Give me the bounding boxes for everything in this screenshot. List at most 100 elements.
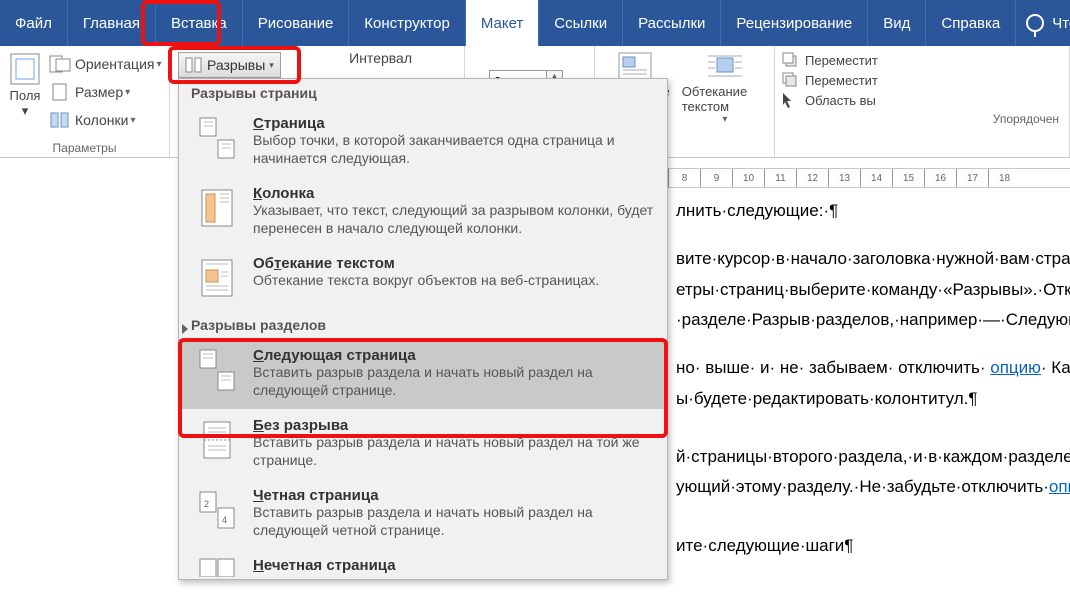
tab-home[interactable]: Главная bbox=[68, 0, 156, 46]
orientation-icon bbox=[49, 54, 71, 74]
chevron-down-icon: ▾ bbox=[130, 115, 135, 126]
interval-header: Интервал bbox=[349, 50, 412, 66]
tab-draw[interactable]: Рисование bbox=[243, 0, 350, 46]
continuous-break-icon bbox=[191, 417, 243, 463]
orientation-label: Ориентация bbox=[75, 56, 154, 72]
gallery-item-next-page[interactable]: Следующая страница Вставить разрыв разде… bbox=[179, 339, 667, 409]
group-arrange: Переместит Переместит Область вы Упорядо… bbox=[775, 46, 1070, 157]
gallery-item-desc: Указывает, что текст, следующий за разры… bbox=[253, 202, 655, 237]
tab-review[interactable]: Рецензирование bbox=[721, 0, 868, 46]
ruler-tick: 18 bbox=[988, 169, 1020, 187]
gallery-item-continuous[interactable]: Без разрыва Вставить разрыв раздела и на… bbox=[179, 409, 667, 479]
gallery-item-title: Страница bbox=[253, 115, 655, 132]
column-break-icon bbox=[191, 185, 243, 231]
margins-button[interactable]: Поля ▾ bbox=[6, 50, 44, 121]
send-backward-button[interactable]: Переместит bbox=[781, 71, 1063, 89]
selection-pane-label: Область вы bbox=[805, 93, 876, 108]
gallery-item-page[interactable]: Страница Выбор точки, в которой заканчив… bbox=[179, 107, 667, 177]
gallery-item-title: Нечетная страница bbox=[253, 557, 396, 574]
group-arrange-label: Упорядочен bbox=[781, 110, 1063, 126]
margins-label: Поля bbox=[10, 88, 41, 103]
gallery-item-title: Четная страница bbox=[253, 487, 655, 504]
gallery-item-odd-page[interactable]: Нечетная страница bbox=[179, 549, 667, 579]
gallery-item-desc: Обтекание текста вокруг объектов на веб-… bbox=[253, 272, 599, 290]
doc-line: етры·страниц·выберите·команду·«Разрывы».… bbox=[676, 277, 1062, 303]
ruler-tick: 11 bbox=[764, 169, 796, 187]
ruler-tick: 15 bbox=[892, 169, 924, 187]
doc-line: ·разделе·Разрыв·разделов,·например·—·Сле… bbox=[676, 307, 1062, 333]
ruler-tick: 8 bbox=[668, 169, 700, 187]
bulb-icon bbox=[1026, 14, 1044, 32]
tab-mailings[interactable]: Рассылки bbox=[623, 0, 721, 46]
gallery-item-title: Следующая страница bbox=[253, 347, 655, 364]
chevron-down-icon: ▾ bbox=[22, 103, 29, 119]
gallery-item-title: Без разрыва bbox=[253, 417, 655, 434]
tab-references[interactable]: Ссылки bbox=[539, 0, 623, 46]
size-icon bbox=[49, 82, 71, 102]
breaks-label: Разрывы bbox=[207, 57, 265, 73]
tab-view[interactable]: Вид bbox=[868, 0, 926, 46]
margins-icon bbox=[8, 52, 42, 86]
doc-line: лнить·следующие:·¶ bbox=[676, 198, 1062, 224]
ruler-tick: 16 bbox=[924, 169, 956, 187]
ruler-tick: 9 bbox=[700, 169, 732, 187]
gallery-item-textwrap[interactable]: Обтекание текстом Обтекание текста вокру… bbox=[179, 247, 667, 311]
ruler-tick: 17 bbox=[956, 169, 988, 187]
wrap-text-label: Обтекание текстом bbox=[682, 84, 768, 114]
breaks-button[interactable]: Разрывы ▾ bbox=[178, 52, 281, 78]
bring-forward-label: Переместит bbox=[805, 53, 878, 68]
indicator-icon bbox=[182, 324, 188, 334]
orientation-button[interactable]: Ориентация ▾ bbox=[44, 51, 167, 77]
send-backward-label: Переместит bbox=[805, 73, 878, 88]
size-label: Размер bbox=[75, 84, 123, 100]
gallery-item-desc: Вставить разрыв раздела и начать новый р… bbox=[253, 504, 655, 539]
gallery-section-pages: Разрывы страниц bbox=[179, 79, 667, 107]
ruler-tick: 12 bbox=[796, 169, 828, 187]
tab-layout[interactable]: Макет bbox=[466, 0, 539, 46]
odd-page-break-icon bbox=[191, 557, 243, 577]
ruler: 8 9 10 11 12 13 14 15 16 17 18 bbox=[668, 168, 1070, 188]
gallery-section-sections: Разрывы разделов bbox=[179, 311, 667, 339]
breaks-gallery: Разрывы страниц Страница Выбор точки, в … bbox=[178, 78, 668, 580]
doc-line: ующий·этому·разделу.·Не·забудьте·отключи… bbox=[676, 474, 1062, 500]
tab-file[interactable]: Файл bbox=[0, 0, 68, 46]
tell-me[interactable]: Что вы хо bbox=[1016, 0, 1070, 46]
gallery-item-column[interactable]: Колонка Указывает, что текст, следующий … bbox=[179, 177, 667, 247]
ruler-tick: 10 bbox=[732, 169, 764, 187]
columns-label: Колонки bbox=[75, 112, 128, 128]
doc-link[interactable]: опцию bbox=[990, 358, 1041, 377]
tab-help[interactable]: Справка bbox=[926, 0, 1016, 46]
gallery-item-title: Обтекание текстом bbox=[253, 255, 599, 272]
chevron-down-icon: ▾ bbox=[125, 87, 130, 98]
bring-forward-button[interactable]: Переместит bbox=[781, 51, 1063, 69]
document-area[interactable]: лнить·следующие:·¶ вите·курсор·в·начало·… bbox=[668, 188, 1070, 608]
ruler-tick: 14 bbox=[860, 169, 892, 187]
chevron-down-icon: ▾ bbox=[156, 59, 161, 70]
doc-link[interactable]: опц bbox=[1049, 477, 1070, 496]
even-page-break-icon: 24 bbox=[191, 487, 243, 533]
textwrap-break-icon bbox=[191, 255, 243, 301]
tab-insert[interactable]: Вставка bbox=[156, 0, 243, 46]
gallery-item-desc: Вставить разрыв раздела и начать новый р… bbox=[253, 434, 655, 469]
wrap-text-button[interactable]: Обтекание текстом ▾ bbox=[682, 50, 768, 125]
gallery-item-desc: Вставить разрыв раздела и начать новый р… bbox=[253, 364, 655, 399]
chevron-down-icon: ▾ bbox=[722, 114, 727, 125]
gallery-item-even-page[interactable]: 24 Четная страница Вставить разрыв разде… bbox=[179, 479, 667, 549]
next-page-break-icon bbox=[191, 347, 243, 393]
doc-line: ите·следующие·шаги¶ bbox=[676, 533, 1062, 559]
bring-forward-icon bbox=[781, 51, 801, 69]
gallery-item-title: Колонка bbox=[253, 185, 655, 202]
tab-design[interactable]: Конструктор bbox=[349, 0, 466, 46]
ruler-tick: 13 bbox=[828, 169, 860, 187]
page-break-icon bbox=[191, 115, 243, 161]
doc-line: вите·курсор·в·начало·заголовка·нужной·ва… bbox=[676, 246, 1062, 272]
breaks-icon bbox=[185, 57, 203, 73]
selection-pane-button[interactable]: Область вы bbox=[781, 91, 1063, 109]
group-page-setup: Поля ▾ Ориентация ▾ bbox=[0, 46, 170, 157]
chevron-down-icon: ▾ bbox=[269, 60, 274, 71]
group-page-setup-label: Параметры bbox=[6, 139, 163, 155]
size-button[interactable]: Размер ▾ bbox=[44, 79, 167, 105]
columns-icon bbox=[49, 110, 71, 130]
gallery-item-desc: Выбор точки, в которой заканчивается одн… bbox=[253, 132, 655, 167]
columns-button[interactable]: Колонки ▾ bbox=[44, 107, 167, 133]
